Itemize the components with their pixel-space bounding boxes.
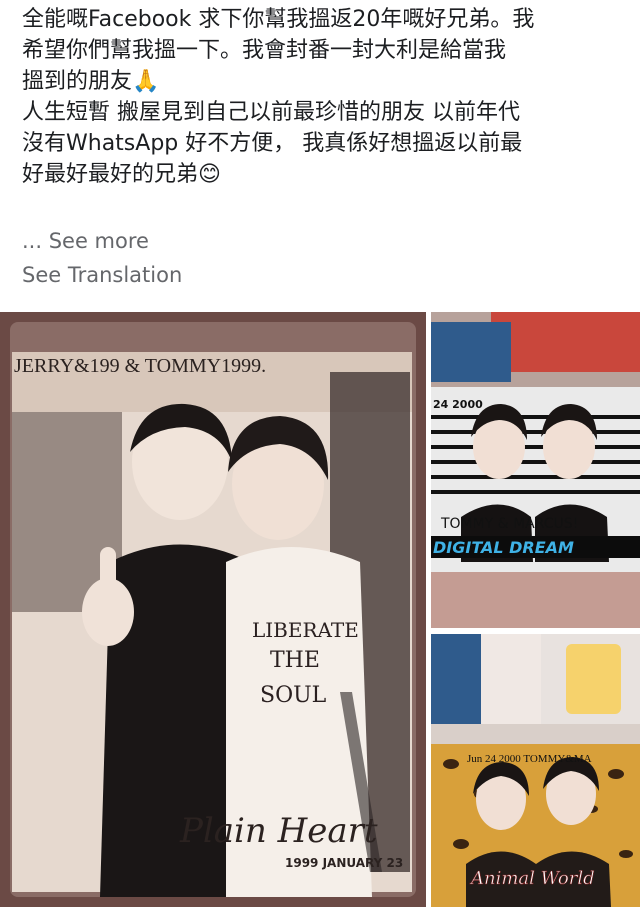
shirt-text-line: LIBERATE — [252, 618, 359, 642]
photo-main[interactable]: LIBERATE THE SOUL JERRY&199 & TOMMY1999.… — [0, 312, 426, 907]
see-more-link[interactable]: ... See more — [22, 229, 149, 253]
post-line: 人生短暫 搬屋見到自己以前最珍惜的朋友 以前年代 — [22, 100, 520, 125]
photo-top-right-names: TOMMY & MARCUS! — [440, 516, 578, 532]
photo-bottom-right-header: Jun 24 2000 TOMMY&MA — [467, 753, 592, 765]
post-line: 希望你們幫我搵一下。我會封番一封大利是給當我 — [22, 38, 507, 63]
post-line: 沒有WhatsApp 好不方便， 我真係好想搵返以前最 — [22, 131, 523, 156]
photo-top-right[interactable]: 24 2000 TOMMY & MARCUS! DIGITAL DREAM — [431, 312, 640, 628]
photo-main-date: 1999 JANUARY 23 — [285, 856, 403, 870]
photo-bottom-right-image: Jun 24 2000 TOMMY&MA Animal World — [431, 634, 640, 907]
post-text: 全能嘅Facebook 求下你幫我搵返20年嘅好兄弟。我 希望你們幫我搵一下。我… — [22, 4, 622, 190]
photo-bottom-right-title: Animal World — [469, 868, 595, 889]
see-translation-link[interactable]: See Translation — [22, 263, 182, 287]
photo-grid: LIBERATE THE SOUL JERRY&199 & TOMMY1999.… — [0, 312, 640, 907]
photo-bottom-right[interactable]: Jun 24 2000 TOMMY&MA Animal World — [431, 634, 640, 907]
post-line: 搵到的朋友🙏 — [22, 69, 160, 94]
photo-main-title: Plain Heart — [179, 811, 378, 851]
post-line: 全能嘅Facebook 求下你幫我搵返20年嘅好兄弟。我 — [22, 7, 535, 32]
photo-main-header: JERRY&199 & TOMMY1999. — [14, 355, 266, 377]
photo-top-right-date: 24 2000 — [433, 398, 483, 411]
shirt-text-line: SOUL — [260, 683, 327, 708]
photo-main-image: LIBERATE THE SOUL JERRY&199 & TOMMY1999.… — [0, 312, 426, 907]
shirt-text-line: THE — [270, 648, 320, 673]
post-line: 好最好最好的兄弟😊 — [22, 162, 221, 187]
photo-top-right-title: DIGITAL DREAM — [433, 538, 574, 557]
photo-top-right-image: 24 2000 TOMMY & MARCUS! DIGITAL DREAM — [431, 312, 640, 628]
